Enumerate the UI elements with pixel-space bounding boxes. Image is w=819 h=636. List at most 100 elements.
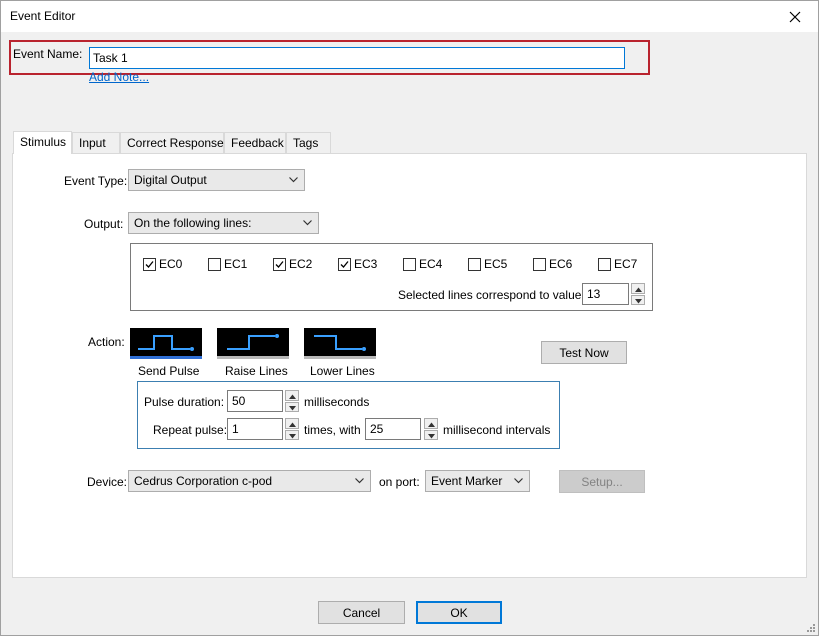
- arrow-up-icon: [289, 394, 296, 399]
- ok-button[interactable]: OK: [416, 601, 502, 624]
- arrow-down-icon: [635, 298, 642, 303]
- event-type-value: Digital Output: [134, 173, 207, 187]
- event-name-input[interactable]: [89, 47, 625, 69]
- pulse-duration-unit: milliseconds: [304, 395, 370, 409]
- checkbox-ec0[interactable]: EC0: [143, 257, 182, 271]
- arrow-down-icon: [289, 433, 296, 438]
- checkbox-ec4[interactable]: EC4: [403, 257, 442, 271]
- tab-correct-response[interactable]: Correct Response: [120, 132, 224, 153]
- checkbox-ec1[interactable]: EC1: [208, 257, 247, 271]
- checkbox-box[interactable]: [208, 257, 221, 271]
- checkbox-box[interactable]: [273, 257, 286, 271]
- checkbox-ec5[interactable]: EC5: [468, 257, 507, 271]
- checkbox-label: EC2: [289, 257, 313, 271]
- checkbox-ec2[interactable]: EC2: [273, 257, 312, 271]
- lower-lines-label: Lower Lines: [310, 364, 375, 378]
- pulse-duration-label: Pulse duration:: [144, 395, 225, 409]
- pulse-duration-spinner[interactable]: [285, 390, 299, 412]
- checkbox-label: EC1: [224, 257, 248, 271]
- checkbox-box[interactable]: [533, 257, 546, 271]
- repeat-pulse-spinner[interactable]: [285, 418, 299, 440]
- tab-input[interactable]: Input: [72, 132, 120, 153]
- check-icon: [275, 260, 284, 268]
- spin-down-button[interactable]: [631, 294, 645, 305]
- checkbox-ec6[interactable]: EC6: [533, 257, 572, 271]
- spin-down-button[interactable]: [424, 429, 438, 440]
- checkbox-ec7[interactable]: EC7: [598, 257, 637, 271]
- title-bar: Event Editor: [1, 1, 818, 32]
- device-label: Device:: [87, 475, 128, 489]
- spin-up-button[interactable]: [424, 418, 438, 429]
- close-button[interactable]: [772, 1, 818, 32]
- spin-up-button[interactable]: [631, 283, 645, 294]
- check-icon: [340, 260, 349, 268]
- repeat-pulse-input[interactable]: [227, 418, 283, 440]
- send-pulse-selected-bar: [130, 356, 202, 359]
- pulse-duration-input[interactable]: [227, 390, 283, 412]
- checkbox-box[interactable]: [403, 257, 416, 271]
- lower-lines-bar: [304, 356, 376, 359]
- selected-lines-spinner[interactable]: [631, 283, 645, 305]
- send-pulse-label: Send Pulse: [138, 364, 200, 378]
- cancel-button[interactable]: Cancel: [318, 601, 405, 624]
- checkbox-label: EC7: [614, 257, 638, 271]
- add-note-link[interactable]: Add Note...: [89, 70, 149, 84]
- event-type-label: Event Type:: [64, 174, 128, 188]
- arrow-up-icon: [428, 422, 435, 427]
- spin-up-button[interactable]: [285, 418, 299, 429]
- lower-lines-option[interactable]: [304, 328, 376, 356]
- chevron-down-icon: [303, 220, 312, 226]
- tab-feedback[interactable]: Feedback: [224, 132, 286, 153]
- interval-unit: millisecond intervals: [443, 423, 551, 437]
- send-pulse-option[interactable]: [130, 328, 202, 356]
- selected-lines-label: Selected lines correspond to value: [398, 288, 582, 302]
- device-value: Cedrus Corporation c-pod: [134, 474, 273, 488]
- setup-button[interactable]: Setup...: [559, 470, 645, 493]
- event-type-select[interactable]: Digital Output: [128, 169, 305, 191]
- output-select[interactable]: On the following lines:: [128, 212, 319, 234]
- repeat-times-label: times, with: [304, 423, 361, 437]
- checkbox-label: EC0: [159, 257, 183, 271]
- raise-lines-label: Raise Lines: [225, 364, 288, 378]
- checkbox-ec3[interactable]: EC3: [338, 257, 377, 271]
- port-select[interactable]: Event Marker: [425, 470, 530, 492]
- raise-lines-bar: [217, 356, 289, 359]
- tab-tags[interactable]: Tags: [286, 132, 331, 153]
- check-icon: [145, 260, 154, 268]
- spin-down-button[interactable]: [285, 401, 299, 412]
- device-select[interactable]: Cedrus Corporation c-pod: [128, 470, 371, 492]
- event-editor-window: Event Editor Event Name: Add Note... Sti…: [0, 0, 819, 636]
- arrow-up-icon: [289, 422, 296, 427]
- output-label: Output:: [84, 217, 124, 231]
- raise-lines-option[interactable]: [217, 328, 289, 356]
- interval-spinner[interactable]: [424, 418, 438, 440]
- repeat-pulse-label: Repeat pulse:: [153, 423, 228, 437]
- chevron-down-icon: [514, 478, 523, 484]
- pulse-settings-group: [137, 381, 560, 449]
- resize-grip-icon[interactable]: [806, 623, 816, 633]
- checkbox-label: EC5: [484, 257, 508, 271]
- checkbox-box[interactable]: [143, 257, 156, 271]
- checkbox-label: EC3: [354, 257, 378, 271]
- selected-lines-value-input[interactable]: [582, 283, 629, 305]
- arrow-up-icon: [635, 287, 642, 292]
- checkbox-box[interactable]: [338, 257, 351, 271]
- spin-up-button[interactable]: [285, 390, 299, 401]
- output-value: On the following lines:: [134, 216, 252, 230]
- chevron-down-icon: [289, 177, 298, 183]
- interval-input[interactable]: [365, 418, 421, 440]
- chevron-down-icon: [355, 478, 364, 484]
- window-title: Event Editor: [10, 9, 76, 23]
- tab-stimulus[interactable]: Stimulus: [13, 131, 72, 154]
- arrow-down-icon: [428, 433, 435, 438]
- spin-down-button[interactable]: [285, 429, 299, 440]
- checkbox-box[interactable]: [598, 257, 611, 271]
- close-icon: [789, 11, 801, 22]
- checkbox-box[interactable]: [468, 257, 481, 271]
- test-now-button[interactable]: Test Now: [541, 341, 627, 364]
- lower-lines-icon: [314, 335, 366, 351]
- action-label: Action:: [88, 335, 125, 349]
- port-value: Event Marker: [431, 474, 503, 488]
- event-name-label: Event Name:: [13, 47, 83, 61]
- port-label: on port:: [379, 475, 420, 489]
